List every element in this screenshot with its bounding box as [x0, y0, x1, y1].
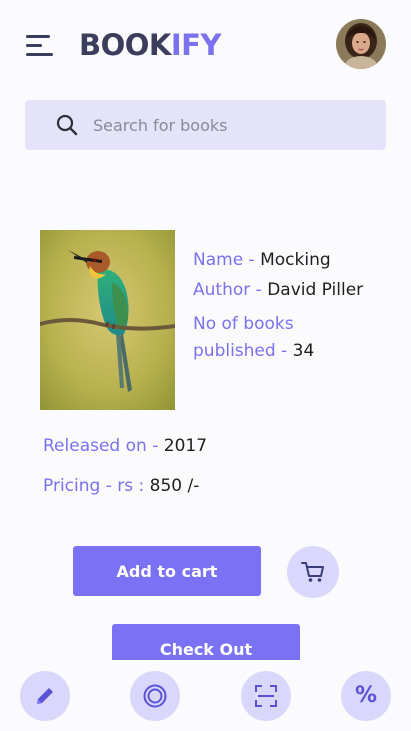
app-logo: BOOKIFY [79, 28, 222, 62]
books-published-value: 34 [292, 341, 315, 361]
bottom-nav: % [0, 660, 411, 731]
nav-target-button[interactable] [130, 671, 180, 721]
logo-part-ify: IFY [170, 28, 222, 62]
cart-button[interactable] [287, 546, 339, 598]
books-published-label-line1: No of books [193, 314, 294, 334]
cart-icon [301, 562, 324, 582]
release-row: Released on - 2017 [43, 435, 207, 457]
logo-part-book: BOOK [79, 28, 171, 62]
book-author-row: Author - David Piller [193, 279, 363, 301]
book-name-value: Mocking [260, 250, 331, 270]
nav-scan-button[interactable] [241, 671, 291, 721]
search-icon [56, 114, 78, 136]
release-value: 2017 [163, 436, 208, 456]
books-published-label-line2: published - [193, 341, 288, 361]
scan-icon [255, 685, 277, 707]
search-input[interactable] [93, 100, 373, 150]
percent-icon: % [354, 683, 378, 708]
nav-edit-button[interactable] [20, 671, 70, 721]
nav-discount-button[interactable]: % [341, 671, 391, 721]
pricing-row: Pricing - rs : 850 /- [43, 475, 199, 497]
book-author-value: David Piller [267, 280, 364, 300]
menu-icon[interactable] [26, 35, 54, 59]
pencil-icon [37, 688, 53, 704]
avatar[interactable] [336, 19, 386, 69]
book-detail-page: BOOKIFY Search for books Name - Mocking … [0, 0, 411, 731]
book-name-label: Name - [193, 250, 255, 270]
book-name-row: Name - Mocking [193, 249, 331, 271]
release-label: Released on - [43, 436, 159, 456]
book-author-label: Author - [193, 280, 262, 300]
books-published-row: No of books published - 34 [193, 311, 314, 365]
target-icon [143, 684, 167, 708]
add-to-cart-button[interactable]: Add to cart [73, 546, 261, 596]
pricing-label: Pricing - rs : [43, 476, 145, 496]
search-bar[interactable] [25, 100, 386, 150]
pricing-value: 850 /- [149, 476, 200, 496]
book-cover-image [40, 230, 175, 410]
